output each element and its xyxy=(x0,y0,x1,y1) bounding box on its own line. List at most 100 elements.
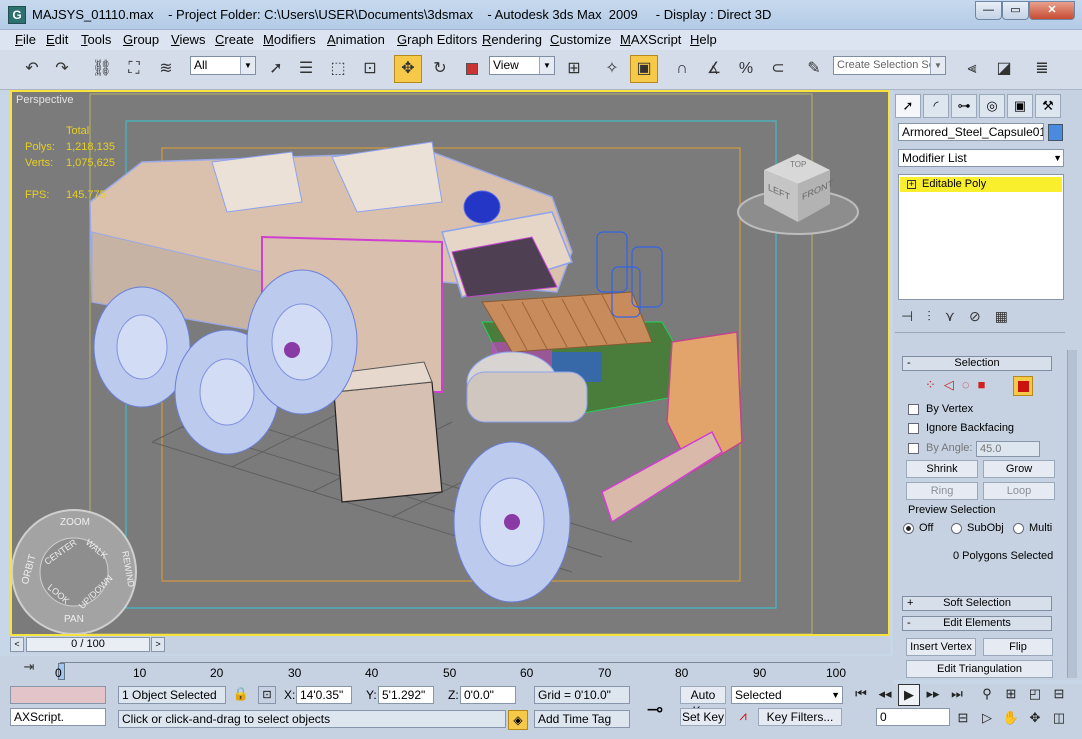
object-name-field[interactable]: Armored_Steel_Capsule01 xyxy=(898,123,1044,141)
wheel-zoom[interactable]: ZOOM xyxy=(60,517,90,528)
edge-icon[interactable]: ◁ xyxy=(944,377,962,392)
undo-icon[interactable]: ↶ xyxy=(18,55,46,83)
z-coordinate-field[interactable]: 0'0.0" xyxy=(460,686,516,704)
snaps-toggle-icon[interactable]: ∩ xyxy=(668,55,696,83)
show-end-result-icon[interactable]: ⫶ xyxy=(927,308,945,324)
orbit-icon[interactable]: ✥ xyxy=(1024,708,1046,730)
x-coordinate-field[interactable]: 14'0.35" xyxy=(296,686,352,704)
lock-selection-icon[interactable]: 🔒 xyxy=(232,686,250,704)
perspective-viewport[interactable]: Perspective Total Polys: 1,218,135 Verts… xyxy=(10,90,890,636)
preview-off-radio[interactable] xyxy=(903,523,914,534)
loop-button[interactable]: Loop xyxy=(983,482,1055,500)
hierarchy-tab-icon[interactable]: ⊶ xyxy=(951,94,977,118)
bind-space-warp-icon[interactable]: ≋ xyxy=(152,55,180,83)
app-icon[interactable]: G xyxy=(8,6,26,24)
window-crossing-icon[interactable]: ⊡ xyxy=(356,55,384,83)
y-coordinate-field[interactable]: 5'1.292" xyxy=(378,686,434,704)
ignore-backfacing-checkbox[interactable] xyxy=(908,423,919,434)
play-icon[interactable]: ▶ xyxy=(898,684,920,706)
go-to-start-icon[interactable]: ⏮ xyxy=(850,684,872,706)
configure-modifier-sets-icon[interactable]: ▦ xyxy=(995,308,1022,324)
edit-triangulation-button[interactable]: Edit Triangulation xyxy=(906,660,1053,678)
time-back-icon[interactable]: < xyxy=(10,637,24,652)
angle-snap-icon[interactable]: ∡ xyxy=(700,55,728,83)
maximize-button[interactable]: ▭ xyxy=(1002,1,1029,20)
maxscript-listener-pink[interactable] xyxy=(10,686,106,704)
time-configuration-icon[interactable]: ⊟ xyxy=(952,708,974,730)
polygon-icon[interactable]: ■ xyxy=(978,377,994,392)
maximize-viewport-icon[interactable]: ◫ xyxy=(1048,708,1070,730)
zoom-extents-all-icon[interactable]: ⊟ xyxy=(1048,684,1070,706)
named-selection-set-select[interactable]: Create Selection Set ▼ xyxy=(833,56,946,75)
redo-icon[interactable]: ↷ xyxy=(48,55,76,83)
go-to-end-icon[interactable]: ⏭ xyxy=(946,684,968,706)
menu-animation[interactable]: Animation xyxy=(327,32,385,47)
grow-button[interactable]: Grow xyxy=(983,460,1055,478)
preview-multi-radio[interactable] xyxy=(1013,523,1024,534)
preview-subobj-radio[interactable] xyxy=(951,523,962,534)
field-of-view-icon[interactable]: ▷ xyxy=(976,708,998,730)
edit-elements-rollout-header[interactable]: - Edit Elements xyxy=(902,616,1052,631)
menu-customize[interactable]: Customize xyxy=(550,32,611,47)
select-and-scale-icon[interactable] xyxy=(458,55,486,83)
menu-create[interactable]: Create xyxy=(215,32,254,47)
display-tab-icon[interactable]: ▣ xyxy=(1007,94,1033,118)
zoom-icon[interactable]: ⚲ xyxy=(976,684,998,706)
minimize-button[interactable]: — xyxy=(975,1,1002,20)
menu-graph-editors[interactable]: Graph Editors xyxy=(397,32,477,47)
close-button[interactable]: ✕ xyxy=(1029,1,1075,20)
time-forward-icon[interactable]: > xyxy=(151,637,165,652)
auto-key-button[interactable]: Auto Key xyxy=(680,686,726,718)
absolute-mode-icon[interactable]: ⊡ xyxy=(258,686,276,704)
menu-rendering[interactable]: Rendering xyxy=(482,32,542,47)
selection-rollout-header[interactable]: - Selection xyxy=(902,356,1052,371)
menu-views[interactable]: Views xyxy=(171,32,205,47)
track-bar[interactable]: ⇥ 0 10 20 30 40 50 60 70 80 90 100 xyxy=(0,656,893,684)
panel-scrollbar[interactable] xyxy=(1067,350,1077,678)
track-bar-menu-icon[interactable]: ⇥ xyxy=(18,659,40,679)
key-mode-select[interactable]: Selected ▼ xyxy=(731,686,843,704)
percent-snap-icon[interactable]: % xyxy=(732,55,760,83)
select-and-link-icon[interactable]: ⛓ xyxy=(88,55,116,83)
viewcube-top-face[interactable]: TOP xyxy=(790,160,806,169)
create-tab-icon[interactable]: ➚ xyxy=(895,94,921,118)
menu-help[interactable]: Help xyxy=(690,32,717,47)
keyboard-shortcut-override-icon[interactable]: ▣ xyxy=(630,55,658,83)
add-time-tag-button[interactable]: Add Time Tag xyxy=(534,710,630,728)
insert-vertex-button[interactable]: Insert Vertex xyxy=(906,638,976,656)
shrink-button[interactable]: Shrink xyxy=(906,460,978,478)
menu-edit[interactable]: Edit xyxy=(46,32,68,47)
soft-selection-rollout-header[interactable]: + Soft Selection xyxy=(902,596,1052,611)
default-in-out-tangent-key-icon[interactable]: ⊸ xyxy=(636,690,674,730)
utilities-tab-icon[interactable]: ⚒ xyxy=(1035,94,1061,118)
edit-named-selection-icon[interactable]: ✎ xyxy=(800,55,828,83)
select-and-move-icon[interactable]: ✥ xyxy=(394,55,422,83)
object-color-swatch[interactable] xyxy=(1048,124,1063,141)
stack-item-editable-poly[interactable]: Editable Poly xyxy=(900,177,1062,192)
zoom-extents-icon[interactable]: ◰ xyxy=(1024,684,1046,706)
menu-tools[interactable]: Tools xyxy=(81,32,111,47)
select-by-name-icon[interactable]: ☰ xyxy=(292,55,320,83)
time-tag-icon[interactable]: ◈ xyxy=(508,710,528,730)
align-icon[interactable]: ◪ xyxy=(990,55,1018,83)
previous-frame-icon[interactable]: ◂◂ xyxy=(874,684,896,706)
manipulate-icon[interactable]: ✧ xyxy=(598,55,626,83)
mirror-icon[interactable]: ⫷ xyxy=(958,55,986,83)
pivot-center-icon[interactable]: ⊞ xyxy=(560,55,588,83)
key-filters-button[interactable]: Key Filters... xyxy=(758,708,842,726)
angle-spinner[interactable]: 45.0 xyxy=(976,441,1040,457)
time-slider-track[interactable]: < 0 / 100 > xyxy=(10,636,890,654)
modifier-list-select[interactable]: Modifier List ▼ xyxy=(898,149,1064,167)
modify-tab-icon[interactable]: ◜ xyxy=(923,94,949,118)
motion-tab-icon[interactable]: ◎ xyxy=(979,94,1005,118)
time-slider-thumb[interactable]: 0 / 100 xyxy=(26,637,150,652)
remove-modifier-icon[interactable]: ⊘ xyxy=(969,308,995,324)
wheel-pan[interactable]: PAN xyxy=(64,614,84,625)
menu-modifiers[interactable]: Modifiers xyxy=(263,32,316,47)
by-angle-checkbox[interactable] xyxy=(908,443,919,454)
make-unique-icon[interactable]: ⋎ xyxy=(945,308,969,324)
zoom-all-icon[interactable]: ⊞ xyxy=(1000,684,1022,706)
set-key-button[interactable]: Set Key xyxy=(680,708,726,726)
ring-button[interactable]: Ring xyxy=(906,482,978,500)
next-frame-icon[interactable]: ▸▸ xyxy=(922,684,944,706)
